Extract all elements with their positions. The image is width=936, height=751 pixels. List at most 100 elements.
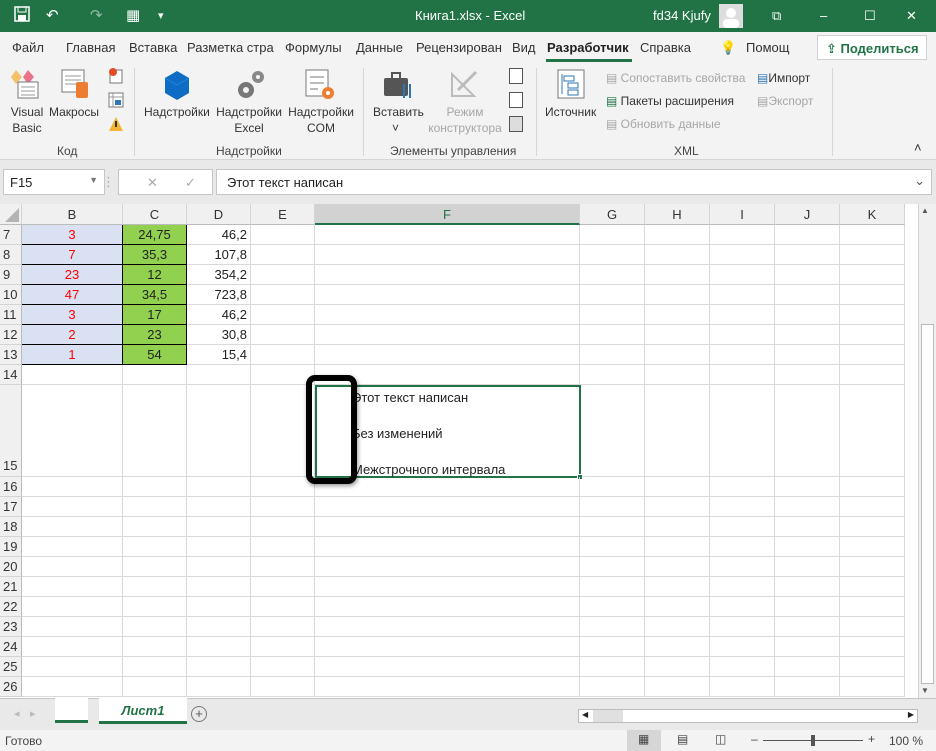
cell-b10[interactable]: 47 xyxy=(22,285,123,305)
cell-b19[interactable] xyxy=(22,537,123,557)
cell-d22[interactable] xyxy=(187,597,251,617)
column-header-f[interactable]: F xyxy=(315,204,580,225)
scroll-up-icon[interactable]: ▲ xyxy=(921,206,929,215)
cell-e12[interactable] xyxy=(251,325,315,345)
cell-i14[interactable] xyxy=(710,365,775,385)
xml-source-button[interactable]: Источник xyxy=(545,104,596,120)
cell-k23[interactable] xyxy=(840,617,905,637)
cell-c13[interactable]: 54 xyxy=(123,345,187,365)
cell-f24[interactable] xyxy=(315,637,580,657)
tab-view[interactable]: Вид xyxy=(512,40,536,55)
prev-sheet-icon[interactable]: ◂ xyxy=(14,707,20,720)
cell-e16[interactable] xyxy=(251,477,315,497)
cell-i10[interactable] xyxy=(710,285,775,305)
cell-f20[interactable] xyxy=(315,557,580,577)
cell-g16[interactable] xyxy=(580,477,645,497)
cell-k19[interactable] xyxy=(840,537,905,557)
cell-d7[interactable]: 46,2 xyxy=(187,225,251,245)
cell-d23[interactable] xyxy=(187,617,251,637)
cell-b21[interactable] xyxy=(22,577,123,597)
cell-c25[interactable] xyxy=(123,657,187,677)
cell-c11[interactable]: 17 xyxy=(123,305,187,325)
cell-i23[interactable] xyxy=(710,617,775,637)
cell-e21[interactable] xyxy=(251,577,315,597)
cell-h19[interactable] xyxy=(645,537,710,557)
cell-f21[interactable] xyxy=(315,577,580,597)
save-icon[interactable] xyxy=(14,6,30,26)
cell-c24[interactable] xyxy=(123,637,187,657)
column-header-c[interactable]: C xyxy=(123,204,187,225)
scroll-right-icon[interactable]: ▶ xyxy=(908,710,914,719)
export-button[interactable]: ▤Экспорт xyxy=(757,93,813,109)
cell-g22[interactable] xyxy=(580,597,645,617)
tab-developer[interactable]: Разработчик xyxy=(547,40,629,55)
cell-h16[interactable] xyxy=(645,477,710,497)
cell-c22[interactable] xyxy=(123,597,187,617)
cell-d19[interactable] xyxy=(187,537,251,557)
tab-review[interactable]: Рецензирован xyxy=(416,40,502,55)
cell-j9[interactable] xyxy=(775,265,840,285)
cell-f10[interactable] xyxy=(315,285,580,305)
form-icon[interactable]: ▦ xyxy=(126,6,140,24)
cell-j17[interactable] xyxy=(775,497,840,517)
column-header-i[interactable]: I xyxy=(710,204,775,225)
cell-i13[interactable] xyxy=(710,345,775,365)
cell-h14[interactable] xyxy=(645,365,710,385)
cell-j11[interactable] xyxy=(775,305,840,325)
cell-h26[interactable] xyxy=(645,677,710,697)
cell-f13[interactable] xyxy=(315,345,580,365)
cell-h21[interactable] xyxy=(645,577,710,597)
cell-e24[interactable] xyxy=(251,637,315,657)
cell-j18[interactable] xyxy=(775,517,840,537)
insert-control-button[interactable]: Вставить xyxy=(373,104,424,120)
cell-g25[interactable] xyxy=(580,657,645,677)
cell-e26[interactable] xyxy=(251,677,315,697)
cell-i11[interactable] xyxy=(710,305,775,325)
cell-f17[interactable] xyxy=(315,497,580,517)
cell-j13[interactable] xyxy=(775,345,840,365)
cell-i17[interactable] xyxy=(710,497,775,517)
cell-f19[interactable] xyxy=(315,537,580,557)
cell-d24[interactable] xyxy=(187,637,251,657)
vertical-scroll-thumb[interactable] xyxy=(921,324,934,684)
avatar[interactable] xyxy=(719,4,743,28)
cell-j21[interactable] xyxy=(775,577,840,597)
cell-b13[interactable]: 1 xyxy=(22,345,123,365)
cell-e13[interactable] xyxy=(251,345,315,365)
zoom-slider-thumb[interactable] xyxy=(811,735,815,746)
cell-b8[interactable]: 7 xyxy=(22,245,123,265)
page-layout-view-icon[interactable]: ▤ xyxy=(677,732,688,746)
cell-f11[interactable] xyxy=(315,305,580,325)
normal-view-button[interactable]: ▦ xyxy=(627,730,661,751)
cell-h13[interactable] xyxy=(645,345,710,365)
cell-i21[interactable] xyxy=(710,577,775,597)
user-name[interactable]: fd34 Kjufy xyxy=(653,8,711,23)
cell-j12[interactable] xyxy=(775,325,840,345)
cell-c16[interactable] xyxy=(123,477,187,497)
cell-g11[interactable] xyxy=(580,305,645,325)
column-header-b[interactable]: B xyxy=(22,204,123,225)
row-header-10[interactable]: 10 xyxy=(0,285,22,305)
column-header-d[interactable]: D xyxy=(187,204,251,225)
cell-b17[interactable] xyxy=(22,497,123,517)
cell-h18[interactable] xyxy=(645,517,710,537)
cell-c17[interactable] xyxy=(123,497,187,517)
cell-h23[interactable] xyxy=(645,617,710,637)
cell-b16[interactable] xyxy=(22,477,123,497)
cell-h17[interactable] xyxy=(645,497,710,517)
cell-i22[interactable] xyxy=(710,597,775,617)
row-header-7[interactable]: 7 xyxy=(0,225,22,245)
cell-k13[interactable] xyxy=(840,345,905,365)
splitter-handle[interactable]: ⋮ xyxy=(102,174,115,190)
tab-data[interactable]: Данные xyxy=(356,40,403,55)
cell-b18[interactable] xyxy=(22,517,123,537)
cell-i18[interactable] xyxy=(710,517,775,537)
row-header-20[interactable]: 20 xyxy=(0,557,22,577)
cell-e17[interactable] xyxy=(251,497,315,517)
cell-i7[interactable] xyxy=(710,225,775,245)
cell-g7[interactable] xyxy=(580,225,645,245)
row-header-21[interactable]: 21 xyxy=(0,577,22,597)
cell-g18[interactable] xyxy=(580,517,645,537)
column-header-h[interactable]: H xyxy=(645,204,710,225)
cell-h10[interactable] xyxy=(645,285,710,305)
